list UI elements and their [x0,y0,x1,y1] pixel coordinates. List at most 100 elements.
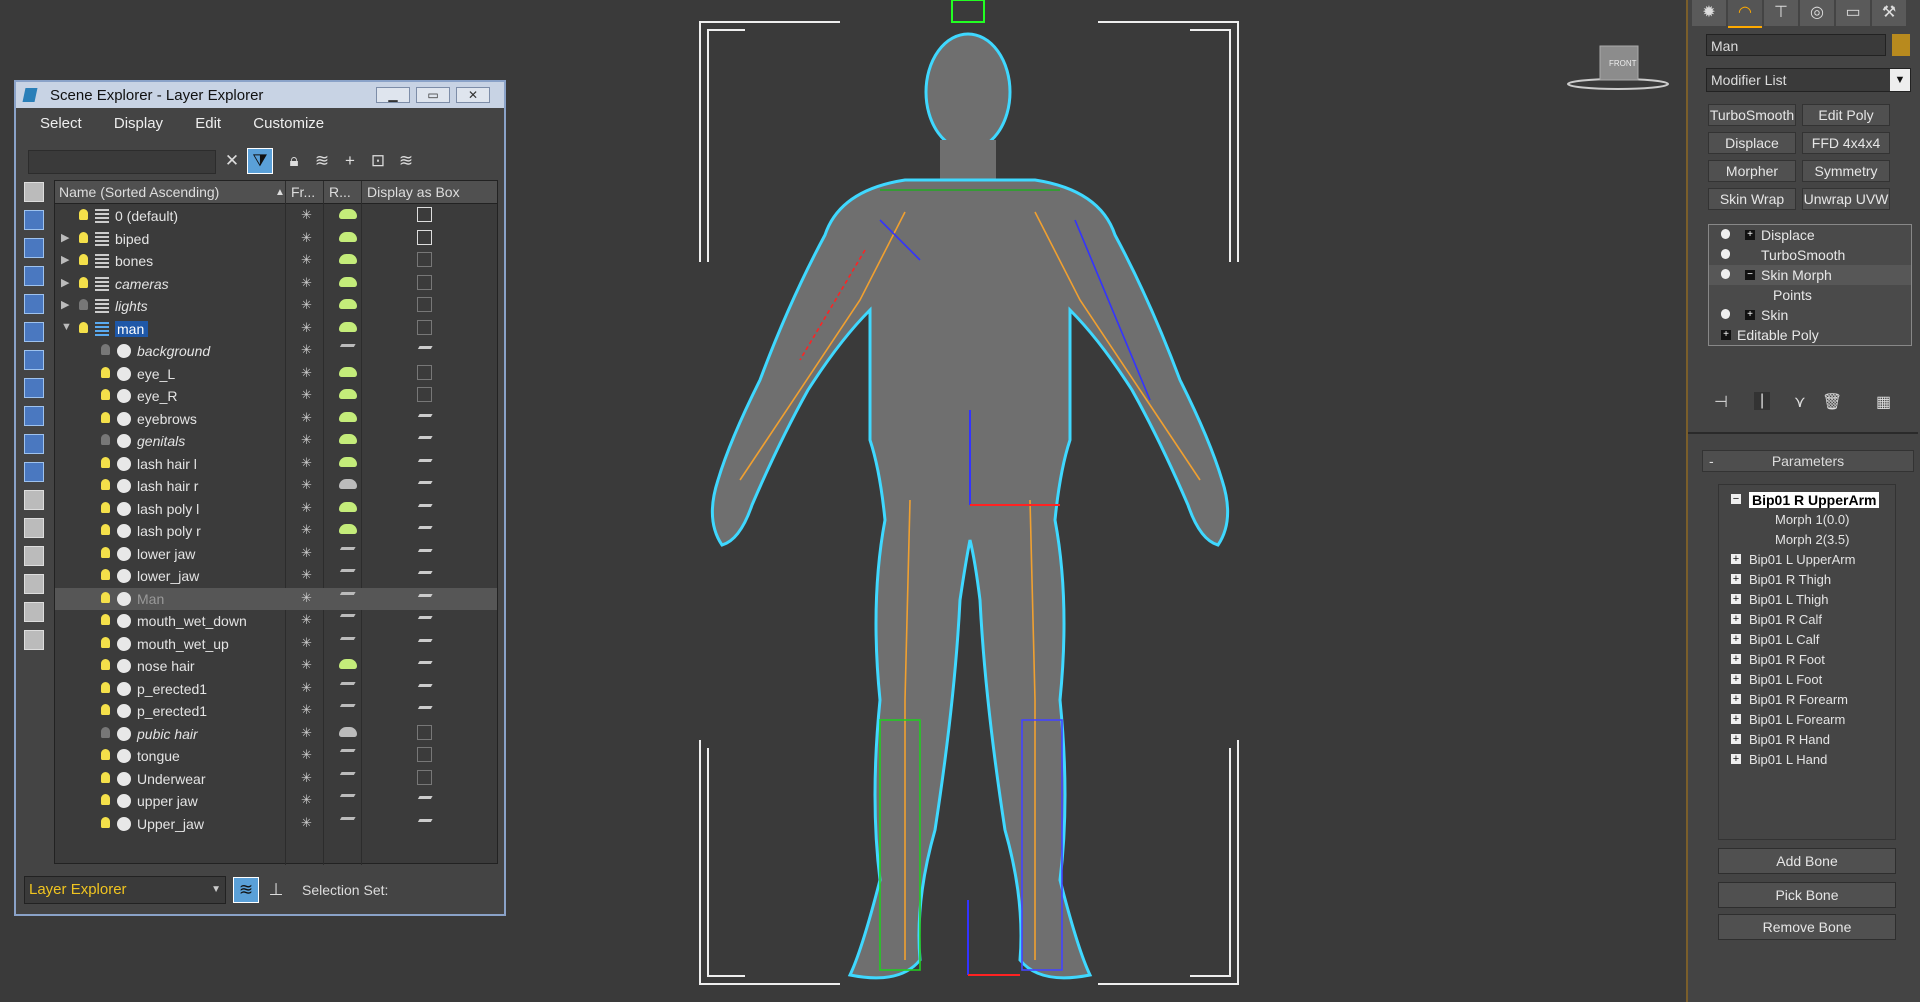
visibility-bulb-icon[interactable] [101,681,110,693]
column-display-as-box[interactable]: Display as Box [367,184,460,200]
visibility-bulb-icon[interactable] [101,389,110,400]
display-as-box-icon[interactable] [417,252,432,267]
expand-icon[interactable]: + [1721,330,1731,340]
freeze-icon[interactable]: ✳ [301,635,312,651]
collapse-icon[interactable]: − [1731,494,1741,505]
object-name-field[interactable]: Man [1706,34,1886,56]
ffd-button[interactable]: FFD 4x4x4 [1802,132,1890,154]
expand-icon[interactable]: ▶ [61,276,69,289]
layer-row[interactable]: pubic hair ✳ [55,723,497,746]
freeze-icon[interactable]: ✳ [301,590,312,606]
display-as-box-icon[interactable] [417,387,432,402]
bone-item[interactable]: + Bip01 R Hand [1719,729,1895,749]
layer-row[interactable]: eyebrows ✳ [55,408,497,431]
render-teapot-icon[interactable] [339,434,357,444]
visibility-bulb-icon[interactable] [101,524,110,535]
render-teapot-icon[interactable] [339,456,357,467]
expand-icon[interactable]: ▼ [61,321,72,333]
freeze-icon[interactable]: ✳ [301,410,312,426]
layer-row[interactable]: Man ✳ [55,587,497,610]
layer-row[interactable]: background ✳ [55,340,497,363]
freeze-icon[interactable]: ✳ [301,725,312,741]
column-freeze[interactable]: Fr... [291,184,315,200]
freeze-icon[interactable]: ✳ [301,500,312,516]
freeze-icon[interactable]: ✳ [301,252,312,268]
expand-icon[interactable]: + [1731,614,1741,625]
add-icon[interactable]: + [338,149,362,173]
render-teapot-icon[interactable] [339,231,357,242]
display-as-box-icon[interactable] [414,661,433,670]
morph-item[interactable]: Morph 1(0.0) [1719,509,1895,529]
display-as-box-icon[interactable] [414,638,433,648]
bone-item[interactable]: + Bip01 R Thigh [1719,569,1895,589]
expand-icon[interactable]: + [1731,594,1741,605]
display-as-box-icon[interactable] [417,297,432,312]
layer-row[interactable]: mouth_wet_up ✳ [55,633,497,656]
expand-icon[interactable]: + [1731,754,1741,765]
freeze-icon[interactable]: ✳ [301,747,312,763]
visibility-bulb-icon[interactable] [101,569,110,580]
visibility-bulb-icon[interactable] [79,254,88,265]
expand-icon[interactable]: + [1745,310,1755,320]
visibility-bulb-icon[interactable] [101,501,110,513]
column-render[interactable]: R... [329,184,351,200]
display-as-box-icon[interactable] [417,769,432,785]
visibility-bulb-icon[interactable] [101,659,110,670]
layer-row[interactable]: eye_R ✳ [55,385,497,408]
modifier-list-dropdown[interactable]: Modifier List ▼ [1706,68,1911,92]
visibility-bulb-icon[interactable] [101,704,110,715]
expand-icon[interactable]: + [1731,654,1741,665]
freeze-icon[interactable]: ✳ [301,815,312,831]
visibility-bulb-icon[interactable] [101,591,110,603]
menu-edit[interactable]: Edit [195,112,221,136]
column-name[interactable]: Name (Sorted Ascending) [59,184,219,200]
modifier-on-icon[interactable] [1721,269,1730,279]
modifier-stack-item[interactable]: + Editable Poly [1709,325,1911,345]
layer-row[interactable]: lash hair r ✳ [55,475,497,498]
filter-spacewarps-icon[interactable] [24,350,44,370]
modifier-on-icon[interactable] [1721,249,1730,259]
layer-row[interactable]: lash hair l ✳ [55,453,497,476]
bone-item[interactable]: + Bip01 L Foot [1719,669,1895,689]
parameters-rollout[interactable]: - Parameters [1702,450,1914,472]
bone-item[interactable]: + Bip01 R Foot [1719,649,1895,669]
display-as-box-icon[interactable] [417,229,432,245]
minimize-button[interactable]: ▁ [376,87,410,103]
modifier-stack-item[interactable]: − Skin Morph [1709,265,1911,285]
visibility-bulb-icon[interactable] [79,321,88,333]
freeze-icon[interactable]: ✳ [301,320,312,336]
scene-explorer-window[interactable]: Scene Explorer - Layer Explorer ▁ ▭ ✕ Se… [14,80,506,916]
layer-list[interactable]: Name (Sorted Ascending) ▲ Fr... R... Dis… [54,180,498,865]
freeze-icon[interactable]: ✳ [301,567,312,583]
expand-icon[interactable]: ▶ [61,253,69,266]
freeze-icon[interactable]: ✳ [301,365,312,381]
freeze-icon[interactable]: ✳ [301,432,312,448]
bone-item[interactable]: + Bip01 L Forearm [1719,709,1895,729]
layer-row[interactable]: p_erected1 ✳ [55,678,497,701]
pick-bone-button[interactable]: Pick Bone [1718,882,1896,908]
render-teapot-icon[interactable] [339,209,357,219]
search-input[interactable] [28,150,216,174]
visibility-bulb-icon[interactable] [79,299,88,310]
freeze-icon[interactable]: ✳ [301,770,312,786]
edit-poly-button[interactable]: Edit Poly [1802,104,1890,126]
modifier-on-icon[interactable] [1721,229,1730,239]
render-teapot-icon[interactable] [336,569,356,578]
expand-icon[interactable]: ▶ [61,231,69,244]
visibility-bulb-icon[interactable] [101,614,110,625]
expand-icon[interactable]: + [1731,734,1741,745]
freeze-icon[interactable]: ✳ [301,612,312,628]
display-all-icon[interactable] [24,490,44,510]
freeze-icon[interactable]: ✳ [301,342,312,358]
filter-toggle-icon[interactable]: ⧩ [247,148,273,174]
funnel-icon[interactable] [24,574,44,594]
bone-item[interactable]: + Bip01 L UpperArm [1719,549,1895,569]
filter-containers-icon[interactable] [24,462,44,482]
turbosmooth-button[interactable]: TurboSmooth [1708,104,1796,126]
bone-item[interactable]: + Bip01 L Thigh [1719,589,1895,609]
expand-icon[interactable]: + [1731,714,1741,725]
render-teapot-icon[interactable] [336,614,356,623]
clear-search-icon[interactable]: ✕ [220,149,244,173]
freeze-icon[interactable]: ✳ [301,477,312,493]
filter-all-icon[interactable] [24,182,44,202]
